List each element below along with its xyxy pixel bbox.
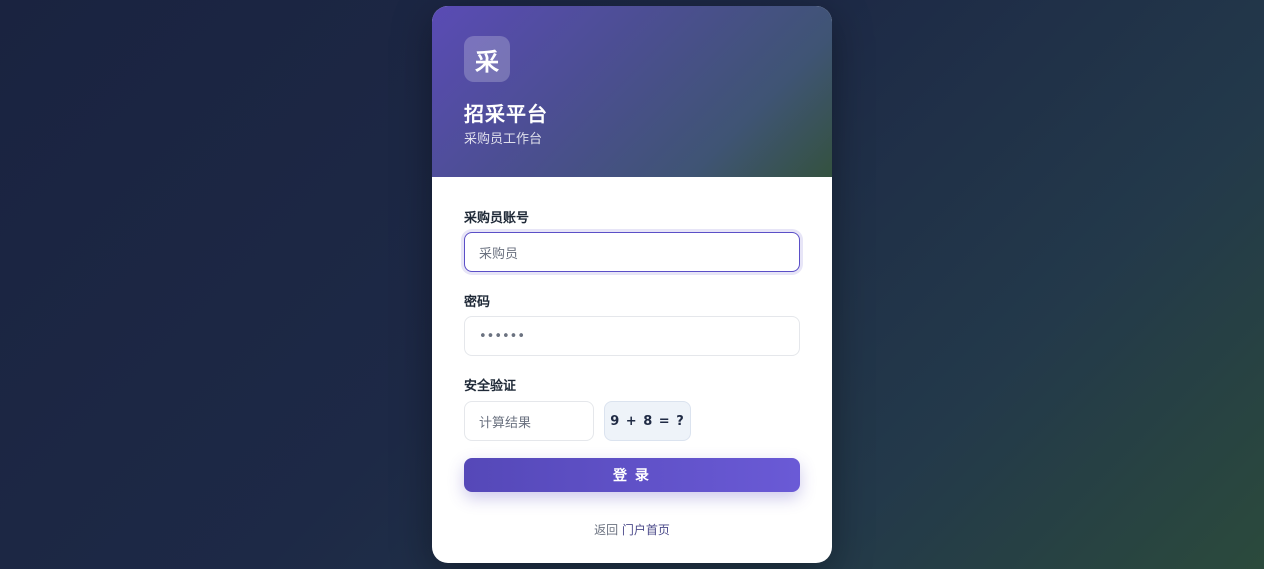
account-input[interactable]: 采购员 bbox=[464, 232, 800, 272]
captcha-input[interactable]: 计算结果 bbox=[464, 401, 594, 441]
platform-title: 招采平台 bbox=[464, 102, 548, 126]
portal-home-link[interactable]: 门户首页 bbox=[622, 523, 670, 537]
login-card: 采 招采平台 采购员工作台 采购员账号 采购员 密码 •••••• 安全验证 计… bbox=[432, 6, 832, 563]
card-header: 采 招采平台 采购员工作台 bbox=[432, 6, 832, 177]
password-input-value: •••••• bbox=[479, 328, 526, 344]
account-label: 采购员账号 bbox=[464, 211, 530, 226]
platform-logo: 采 bbox=[464, 36, 510, 82]
account-input-value: 采购员 bbox=[479, 246, 519, 262]
captcha-question[interactable]: 9 + 8 = ? bbox=[604, 401, 691, 441]
captcha-label: 安全验证 bbox=[464, 379, 517, 394]
captcha-input-placeholder: 计算结果 bbox=[479, 415, 532, 431]
login-button[interactable]: 登 录 bbox=[464, 458, 800, 492]
platform-subtitle: 采购员工作台 bbox=[464, 132, 543, 147]
footer-prefix: 返回 bbox=[594, 523, 619, 537]
password-input[interactable]: •••••• bbox=[464, 316, 800, 356]
password-label: 密码 bbox=[464, 295, 491, 310]
footer: 返回 门户首页 bbox=[432, 521, 832, 538]
